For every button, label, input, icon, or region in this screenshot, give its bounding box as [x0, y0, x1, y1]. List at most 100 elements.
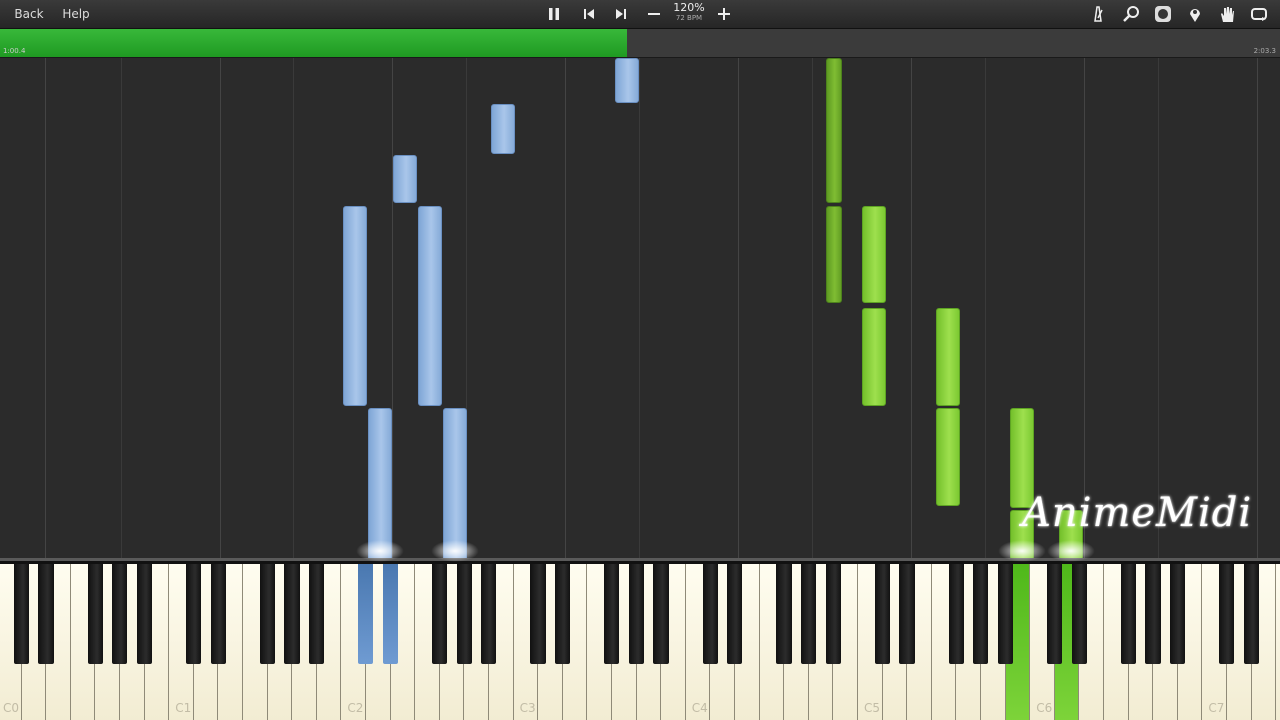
black-key-c-sharp2[interactable]	[358, 564, 374, 664]
falling-note	[936, 408, 960, 506]
grid-line	[911, 58, 912, 558]
black-key-a-sharp1[interactable]	[308, 564, 325, 664]
loop-icon[interactable]	[1248, 3, 1270, 25]
zoom-readout: 120% 72 BPM	[668, 2, 710, 26]
zoom-in-icon[interactable]	[713, 3, 735, 25]
black-key-c-sharp1[interactable]	[185, 564, 202, 664]
grid-line	[220, 58, 221, 558]
grid-line	[639, 58, 640, 558]
black-key-c-sharp7[interactable]	[1219, 564, 1235, 664]
black-key-g-sharp3[interactable]	[628, 564, 644, 664]
falling-note	[826, 206, 842, 303]
black-key-g-sharp0[interactable]	[112, 564, 128, 664]
settings-dial-icon[interactable]	[1152, 3, 1174, 25]
falling-note	[343, 206, 367, 406]
song-progress-bar[interactable]: 1:00.4 2:03.3	[0, 29, 1280, 58]
octave-label-c2: C2	[347, 701, 364, 715]
help-button[interactable]: Help	[56, 4, 96, 24]
black-key-f-sharp3[interactable]	[604, 564, 620, 664]
skip-forward-icon[interactable]	[610, 3, 632, 25]
black-key-a-sharp6[interactable]	[1169, 564, 1186, 664]
total-time: 2:03.3	[1253, 47, 1276, 55]
hand-icon[interactable]	[1216, 3, 1238, 25]
black-key-f-sharp6[interactable]	[1120, 564, 1136, 664]
current-time: 1:00.4	[3, 47, 26, 55]
black-key-f-sharp2[interactable]	[431, 564, 448, 664]
falling-note	[615, 58, 639, 103]
grid-line	[812, 58, 813, 558]
watermark: AnimeMidi	[1022, 490, 1253, 536]
black-key-f-sharp5[interactable]	[948, 564, 964, 664]
black-key-f-sharp0[interactable]	[87, 564, 103, 664]
key-press-glow	[998, 540, 1046, 562]
black-key-g-sharp5[interactable]	[973, 564, 989, 664]
black-key-g-sharp2[interactable]	[456, 564, 472, 664]
black-key-g-sharp6[interactable]	[1145, 564, 1161, 664]
black-key-g-sharp1[interactable]	[284, 564, 300, 664]
black-key-c-sharp4[interactable]	[702, 564, 718, 664]
progress-fill	[0, 29, 628, 57]
black-key-g-sharp4[interactable]	[800, 564, 817, 664]
octave-label-c7: C7	[1208, 701, 1225, 715]
black-key-c-sharp6[interactable]	[1046, 564, 1063, 664]
falling-note	[443, 408, 467, 558]
octave-label-c1: C1	[175, 701, 192, 715]
black-key-d-sharp5[interactable]	[899, 564, 915, 664]
grid-line	[565, 58, 566, 558]
grid-line	[1257, 58, 1258, 558]
piano-roll	[0, 58, 1280, 558]
octave-label-c0: C0	[3, 701, 20, 715]
falling-note	[418, 206, 442, 406]
grid-line	[293, 58, 294, 558]
pause-icon[interactable]	[543, 3, 565, 25]
black-key-a-sharp3[interactable]	[653, 564, 669, 664]
black-key-d-sharp2[interactable]	[382, 564, 398, 664]
grid-line	[985, 58, 986, 558]
falling-note	[862, 308, 886, 406]
search-icon[interactable]	[1120, 3, 1142, 25]
black-key-a-sharp0[interactable]	[136, 564, 152, 664]
octave-label-c5: C5	[864, 701, 881, 715]
location-pin-icon[interactable]	[1184, 3, 1206, 25]
black-key-d-sharp4[interactable]	[727, 564, 743, 664]
black-key-d-sharp1[interactable]	[210, 564, 226, 664]
falling-note	[368, 408, 392, 558]
black-key-a-sharp4[interactable]	[825, 564, 841, 664]
octave-label-c6: C6	[1036, 701, 1053, 715]
zoom-out-icon[interactable]	[643, 3, 665, 25]
grid-line	[738, 58, 739, 558]
toolbar: Back Help 120% 72 BPM	[0, 0, 1280, 29]
black-key-a-sharp5[interactable]	[997, 564, 1013, 664]
key-press-glow	[356, 540, 404, 562]
skip-back-icon[interactable]	[578, 3, 600, 25]
black-key-c-sharp0[interactable]	[13, 564, 29, 664]
black-key-c-sharp5[interactable]	[874, 564, 890, 664]
black-key-d-sharp6[interactable]	[1071, 564, 1087, 664]
grid-line	[392, 58, 393, 558]
black-key-f-sharp1[interactable]	[259, 564, 275, 664]
grid-line	[121, 58, 122, 558]
octave-label-c3: C3	[519, 701, 536, 715]
octave-label-c4: C4	[691, 701, 708, 715]
piano-keyboard[interactable]: C0 C1 C2 C3 C4 C5 C6 C7	[0, 558, 1280, 720]
black-key-d-sharp3[interactable]	[554, 564, 571, 664]
key-press-glow	[1047, 540, 1095, 562]
falling-note	[393, 155, 417, 203]
falling-note	[491, 104, 515, 154]
zoom-value: 120%	[673, 1, 705, 14]
black-key-d-sharp0[interactable]	[38, 564, 54, 664]
white-key-f7[interactable]	[1276, 564, 1280, 720]
black-key-d-sharp7[interactable]	[1243, 564, 1259, 664]
back-button[interactable]: Back	[8, 4, 50, 24]
metronome-icon[interactable]	[1087, 3, 1109, 25]
black-key-f-sharp4[interactable]	[776, 564, 792, 664]
key-press-glow	[431, 540, 479, 562]
black-key-c-sharp3[interactable]	[530, 564, 546, 664]
falling-note	[936, 308, 960, 406]
grid-line	[1158, 58, 1159, 558]
bpm-value: 72 BPM	[675, 14, 703, 22]
black-key-a-sharp2[interactable]	[481, 564, 497, 664]
falling-note	[826, 58, 842, 203]
grid-line	[45, 58, 46, 558]
falling-note	[862, 206, 886, 303]
